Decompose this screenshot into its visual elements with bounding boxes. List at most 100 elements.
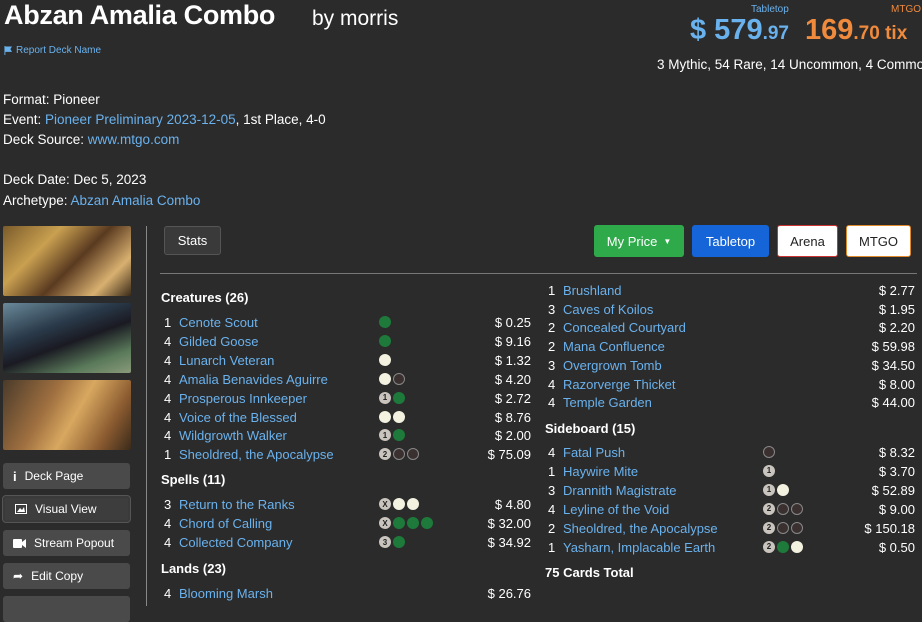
caret-down-icon: ▼ bbox=[663, 236, 672, 246]
card-quantity: 4 bbox=[164, 371, 172, 387]
card-name-link[interactable]: Sheoldred, the Apocalypse bbox=[563, 521, 718, 536]
card-name-link[interactable]: Blooming Marsh bbox=[179, 586, 273, 601]
sidebar-extra-button[interactable] bbox=[3, 596, 130, 622]
card-row: 1 Cenote Scout bbox=[164, 313, 258, 332]
card-name-link[interactable]: Caves of Koilos bbox=[563, 302, 653, 317]
mana-cost bbox=[379, 316, 391, 328]
white-mana-icon bbox=[393, 498, 405, 510]
white-mana-icon bbox=[791, 540, 803, 553]
generic-mana-icon: 1 bbox=[763, 483, 775, 496]
card-name-link[interactable]: Gilded Goose bbox=[179, 334, 259, 349]
card-price: $ 150.18 bbox=[864, 520, 915, 536]
card-price: $ 9.16 bbox=[494, 333, 531, 349]
archetype-prefix: Archetype: bbox=[3, 193, 71, 208]
mana-cost: 2 bbox=[763, 521, 803, 534]
stream-popout-label: Stream Popout bbox=[34, 536, 115, 550]
deck-title: Abzan Amalia Combo bbox=[4, 0, 276, 30]
green-mana-icon bbox=[777, 540, 789, 553]
card-name-link[interactable]: Temple Garden bbox=[563, 395, 652, 410]
card-row: 3 Caves of Koilos bbox=[548, 300, 653, 319]
card-row: 4 Wildgrowth Walker bbox=[164, 426, 287, 445]
my-price-dropdown[interactable]: My Price ▼ bbox=[594, 225, 684, 257]
card-name-link[interactable]: Return to the Ranks bbox=[179, 497, 295, 512]
mana-cost: 2 bbox=[763, 540, 803, 553]
card-name-link[interactable]: Leyline of the Void bbox=[563, 502, 669, 517]
black-mana-icon bbox=[791, 521, 803, 534]
card-name-link[interactable]: Amalia Benavides Aguirre bbox=[179, 372, 328, 387]
source-prefix: Deck Source: bbox=[3, 132, 88, 147]
stream-popout-button[interactable]: Stream Popout bbox=[3, 530, 130, 556]
report-deck-name-link[interactable]: Report Deck Name bbox=[4, 45, 101, 56]
card-name-link[interactable]: Fatal Push bbox=[563, 445, 625, 460]
stats-button[interactable]: Stats bbox=[164, 226, 221, 255]
card-art-thumbnail[interactable] bbox=[3, 226, 131, 296]
archetype-link[interactable]: Abzan Amalia Combo bbox=[71, 193, 201, 208]
white-mana-icon bbox=[379, 372, 391, 385]
mana-cost bbox=[379, 410, 405, 423]
deck-page-button[interactable]: i Deck Page bbox=[3, 463, 130, 489]
card-price: $ 8.76 bbox=[494, 409, 531, 425]
card-price: $ 8.00 bbox=[878, 376, 915, 392]
deck-author[interactable]: by morris bbox=[312, 7, 398, 31]
card-name-link[interactable]: Voice of the Blessed bbox=[179, 410, 297, 425]
flag-icon bbox=[4, 46, 12, 55]
visual-view-button[interactable]: Visual View bbox=[2, 495, 131, 523]
card-name-link[interactable]: Sheoldred, the Apocalypse bbox=[179, 447, 334, 462]
card-name-link[interactable]: Drannith Magistrate bbox=[563, 483, 676, 498]
my-price-label: My Price bbox=[606, 233, 658, 249]
card-row: 4 Collected Company bbox=[164, 533, 292, 552]
card-price: $ 44.00 bbox=[871, 395, 915, 411]
card-name-link[interactable]: Lunarch Veteran bbox=[179, 353, 274, 368]
edit-copy-button[interactable]: ➦ Edit Copy bbox=[3, 563, 130, 589]
arena-button[interactable]: Arena bbox=[777, 225, 838, 257]
green-mana-icon bbox=[407, 517, 419, 529]
card-quantity: 2 bbox=[548, 520, 556, 536]
card-price: $ 2.77 bbox=[878, 283, 915, 298]
mtgo-button[interactable]: MTGO bbox=[846, 225, 911, 257]
card-name-link[interactable]: Wildgrowth Walker bbox=[179, 428, 287, 443]
card-price: $ 59.98 bbox=[871, 339, 915, 355]
card-name-link[interactable]: Overgrown Tomb bbox=[563, 358, 662, 373]
card-name-link[interactable]: Mana Confluence bbox=[563, 339, 665, 354]
card-row: 2 Mana Confluence bbox=[548, 337, 665, 356]
card-name-link[interactable]: Collected Company bbox=[179, 535, 292, 550]
card-name-link[interactable]: Cenote Scout bbox=[179, 315, 258, 330]
white-mana-icon bbox=[379, 410, 391, 423]
card-name-link[interactable]: Brushland bbox=[563, 283, 622, 298]
edit-copy-label: Edit Copy bbox=[31, 569, 84, 583]
card-name-link[interactable]: Prosperous Innkeeper bbox=[179, 391, 307, 406]
info-icon: i bbox=[13, 468, 17, 484]
video-camera-icon bbox=[13, 538, 26, 548]
black-mana-icon bbox=[393, 448, 405, 461]
card-price: $ 75.09 bbox=[487, 447, 531, 463]
card-name-link[interactable]: Razorverge Thicket bbox=[563, 377, 675, 392]
mana-cost bbox=[763, 446, 775, 458]
card-quantity: 2 bbox=[548, 339, 556, 355]
green-mana-icon bbox=[393, 517, 405, 529]
card-art-thumbnail[interactable] bbox=[3, 303, 131, 373]
card-row: 3 Overgrown Tomb bbox=[548, 356, 662, 375]
tix-main: 169 bbox=[805, 14, 854, 46]
card-name-link[interactable]: Haywire Mite bbox=[563, 464, 638, 479]
card-name-link[interactable]: Chord of Calling bbox=[179, 516, 272, 531]
card-quantity: 3 bbox=[548, 482, 556, 498]
date-line: Deck Date: Dec 5, 2023 bbox=[3, 172, 147, 187]
mana-cost: 3 bbox=[379, 536, 405, 548]
card-row: 1 Sheoldred, the Apocalypse bbox=[164, 445, 334, 464]
x-mana-icon: X bbox=[379, 517, 391, 529]
event-link[interactable]: Pioneer Preliminary 2023-12-05 bbox=[45, 112, 236, 127]
generic-mana-icon: 2 bbox=[763, 502, 775, 515]
white-mana-icon bbox=[393, 410, 405, 423]
card-quantity: 4 bbox=[164, 409, 172, 425]
card-name-link[interactable]: Yasharn, Implacable Earth bbox=[563, 540, 715, 555]
black-mana-icon bbox=[777, 521, 789, 534]
deck-page-label: Deck Page bbox=[24, 469, 84, 483]
card-art-thumbnail[interactable] bbox=[3, 380, 131, 450]
card-quantity: 4 bbox=[548, 376, 556, 392]
source-link[interactable]: www.mtgo.com bbox=[88, 132, 180, 147]
tabletop-button[interactable]: Tabletop bbox=[692, 225, 769, 257]
card-price: $ 3.70 bbox=[878, 463, 915, 479]
source-line: Deck Source: www.mtgo.com bbox=[3, 132, 179, 147]
green-mana-icon bbox=[393, 391, 405, 404]
card-name-link[interactable]: Concealed Courtyard bbox=[563, 320, 686, 335]
